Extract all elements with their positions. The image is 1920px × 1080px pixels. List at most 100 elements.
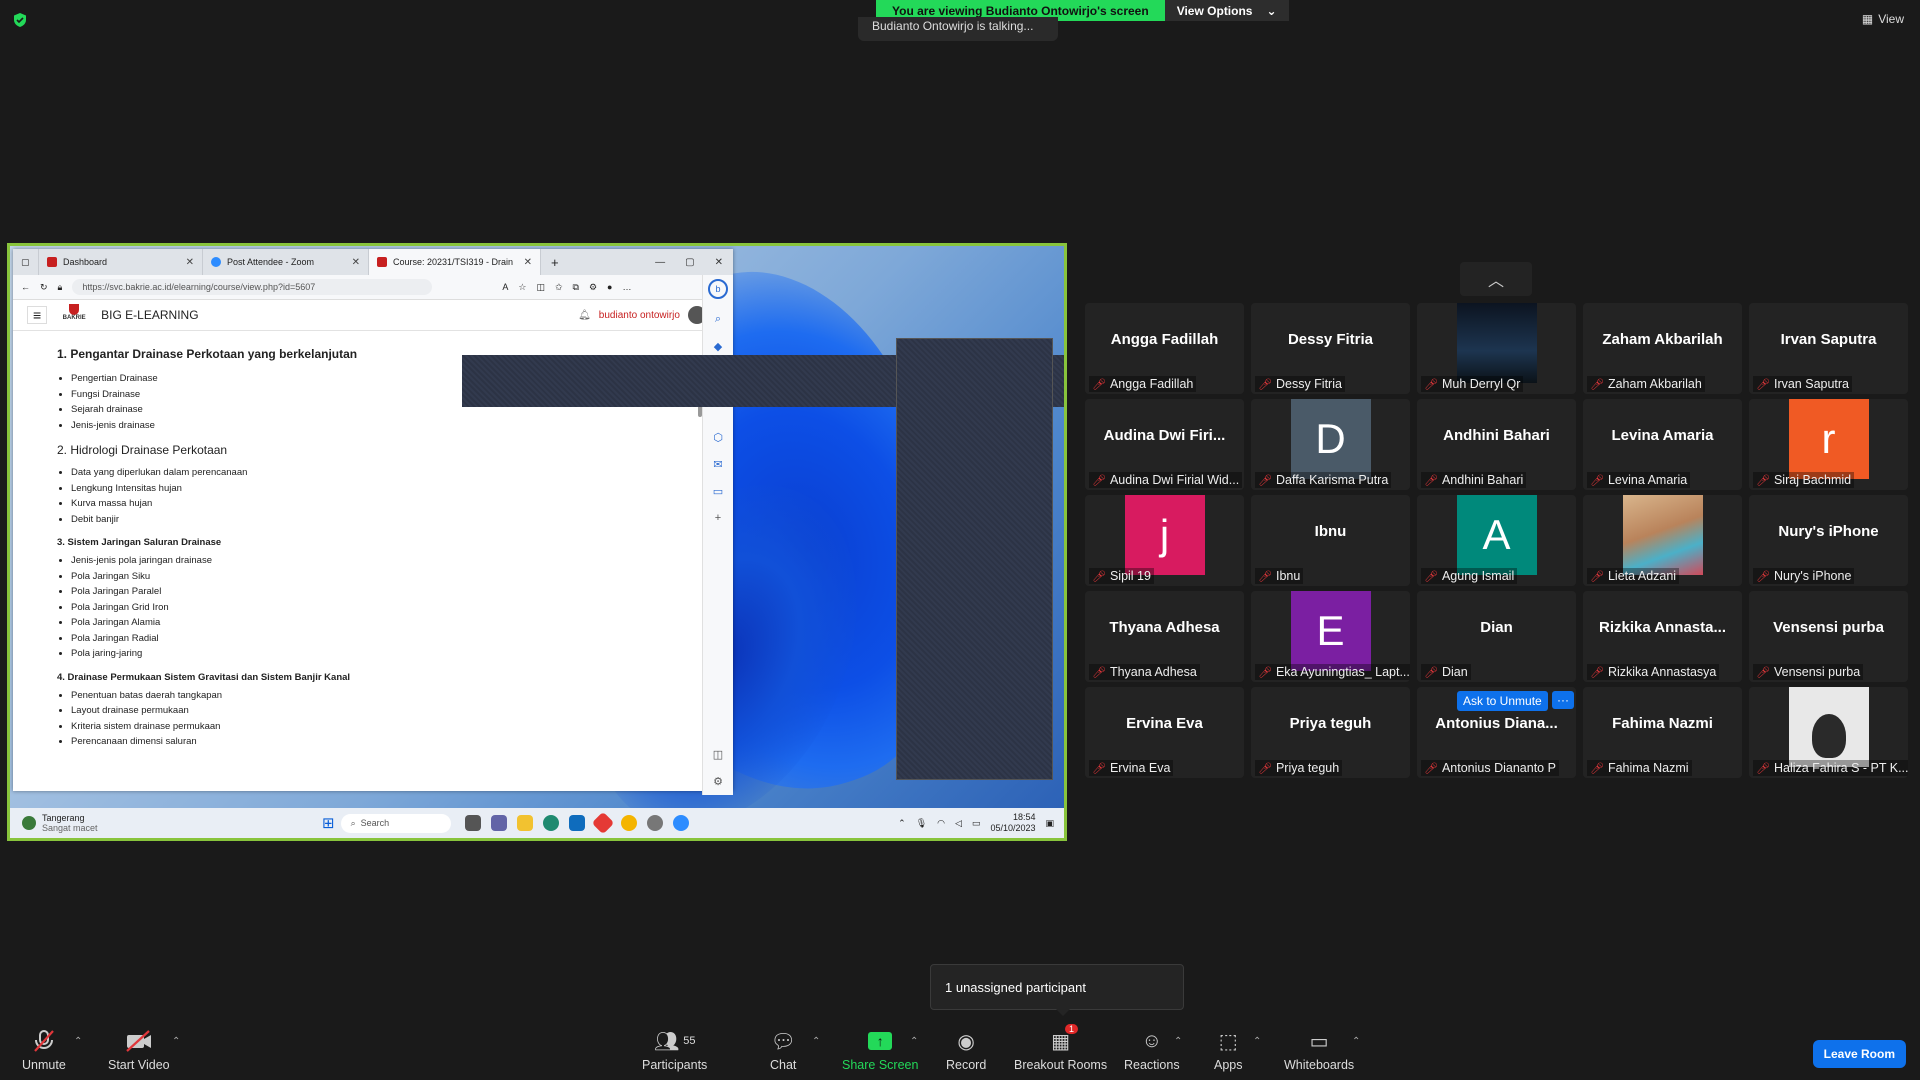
- participant-tile[interactable]: Dian 🎤︎ Dian: [1417, 591, 1576, 682]
- participant-tile[interactable]: Ervina Eva 🎤︎ Ervina Eva: [1085, 687, 1244, 778]
- favorite-star-icon[interactable]: ☆: [518, 282, 526, 293]
- share-options-caret-icon[interactable]: ⌃: [910, 1036, 918, 1047]
- unmute-button[interactable]: Unmute: [22, 1028, 66, 1072]
- whiteboards-caret-icon[interactable]: ⌃: [1352, 1036, 1360, 1047]
- share-screen-button[interactable]: ↑ Share Screen: [842, 1028, 918, 1072]
- tab-actions-icon[interactable]: ▢: [13, 249, 39, 275]
- task-view-icon[interactable]: [464, 815, 481, 831]
- profile-icon[interactable]: ●: [607, 282, 612, 292]
- security-shield-icon[interactable]: [12, 12, 28, 28]
- battery-icon[interactable]: ▭: [972, 818, 981, 829]
- participant-tile[interactable]: Fahima Nazmi 🎤︎ Fahima Nazmi: [1583, 687, 1742, 778]
- participant-tile[interactable]: Dessy Fitria 🎤︎ Dessy Fitria: [1251, 303, 1410, 394]
- bell-icon[interactable]: 🔔︎: [578, 310, 591, 321]
- read-aloud-icon[interactable]: A: [502, 282, 508, 292]
- bakrie-logo[interactable]: BAKRIE: [59, 304, 89, 326]
- zoom-icon[interactable]: [672, 815, 689, 831]
- teams-icon[interactable]: [490, 815, 507, 831]
- taskbar-search[interactable]: ⌕ Search: [340, 813, 451, 833]
- participant-tile[interactable]: Ibnu 🎤︎ Ibnu: [1251, 495, 1410, 586]
- file-explorer-icon[interactable]: [516, 815, 533, 831]
- new-tab-button[interactable]: +: [541, 255, 559, 270]
- chrome-icon[interactable]: [620, 815, 637, 831]
- apps-button[interactable]: ⬚ Apps: [1214, 1028, 1243, 1073]
- breakout-rooms-button[interactable]: ▦ 1 Breakout Rooms: [1014, 1024, 1107, 1072]
- section-title[interactable]: 2. Hidrologi Drainase Perkotaan: [57, 443, 659, 457]
- record-button[interactable]: ◉ Record: [946, 1028, 986, 1073]
- participant-tile[interactable]: r 🎤︎ Siraj Bachmid: [1749, 399, 1908, 490]
- view-options-button[interactable]: View Options ⌄: [1164, 0, 1289, 21]
- participant-tile[interactable]: Nury's iPhone 🎤︎ Nury's iPhone: [1749, 495, 1908, 586]
- chat-button[interactable]: 💬︎ Chat: [770, 1028, 796, 1073]
- back-icon[interactable]: ←: [21, 282, 30, 292]
- clock[interactable]: 18:54 05/10/2023: [990, 812, 1035, 834]
- section-title[interactable]: 4. Drainase Permukaan Sistem Gravitasi d…: [57, 672, 659, 683]
- tools-icon[interactable]: ⬡: [713, 431, 723, 444]
- audio-options-caret-icon[interactable]: ⌃: [74, 1036, 82, 1047]
- site-title[interactable]: BIG E-LEARNING: [101, 308, 198, 322]
- apps-caret-icon[interactable]: ⌃: [1253, 1036, 1261, 1047]
- start-video-button[interactable]: Start Video: [108, 1028, 170, 1072]
- store-icon[interactable]: [568, 815, 585, 831]
- drop-icon[interactable]: ▭: [713, 485, 723, 498]
- participant-tile[interactable]: Zaham Akbarilah 🎤︎ Zaham Akbarilah: [1583, 303, 1742, 394]
- close-icon[interactable]: ✕: [352, 257, 360, 268]
- close-icon[interactable]: ✕: [524, 257, 532, 268]
- participant-tile[interactable]: A 🎤︎ Agung Ismail: [1417, 495, 1576, 586]
- minimize-icon[interactable]: —: [655, 257, 665, 268]
- close-icon[interactable]: ✕: [186, 257, 194, 268]
- gallery-page-up-button[interactable]: ︿: [1460, 262, 1532, 296]
- chat-options-caret-icon[interactable]: ⌃: [812, 1036, 820, 1047]
- volume-icon[interactable]: ◁: [955, 818, 962, 829]
- participant-tile[interactable]: j 🎤︎ Sipil 19: [1085, 495, 1244, 586]
- participant-tile[interactable]: Irvan Saputra 🎤︎ Irvan Saputra: [1749, 303, 1908, 394]
- participant-tile[interactable]: Priya teguh 🎤︎ Priya teguh: [1251, 687, 1410, 778]
- favorites-icon[interactable]: ✩: [555, 282, 563, 293]
- mic-icon[interactable]: 🎙︎: [916, 818, 927, 829]
- tab-course[interactable]: Course: 20231/TSI319 - Drainase ✕: [369, 249, 541, 275]
- participants-button[interactable]: 👥︎ 55 Participants: [642, 1028, 707, 1073]
- user-menu[interactable]: 🔔︎budianto ontowirjo▾: [578, 306, 719, 324]
- reactions-caret-icon[interactable]: ⌃: [1174, 1036, 1182, 1047]
- participant-tile[interactable]: 🎤︎ Lieta Adzani: [1583, 495, 1742, 586]
- url-field[interactable]: https://svc.bakrie.ac.id/elearning/cours…: [72, 279, 433, 295]
- settings-icon[interactable]: [646, 815, 663, 831]
- close-window-icon[interactable]: ✕: [715, 257, 723, 268]
- weather-widget[interactable]: Tangerang Sangat macet: [10, 813, 322, 833]
- app-icon[interactable]: [591, 811, 614, 835]
- reactions-button[interactable]: ☺ Reactions: [1124, 1028, 1180, 1073]
- refresh-icon[interactable]: ↻: [40, 282, 48, 293]
- more-options-button[interactable]: ···: [1552, 691, 1574, 709]
- windows-start-icon[interactable]: ⊞: [322, 814, 335, 832]
- maximize-icon[interactable]: ▢: [685, 257, 694, 268]
- participant-tile[interactable]: Thyana Adhesa 🎤︎ Thyana Adhesa: [1085, 591, 1244, 682]
- wifi-icon[interactable]: ◠: [937, 818, 945, 829]
- search-icon[interactable]: ⌕: [715, 313, 721, 326]
- participant-tile[interactable]: E 🎤︎ Eka Ayuningtias_ Lapt...: [1251, 591, 1410, 682]
- video-options-caret-icon[interactable]: ⌃: [172, 1036, 180, 1047]
- split-screen-icon[interactable]: ◫: [536, 282, 545, 293]
- collections-icon[interactable]: ⧉: [573, 282, 579, 293]
- participant-tile[interactable]: Levina Amaria 🎤︎ Levina Amaria: [1583, 399, 1742, 490]
- view-button[interactable]: ▦ View: [1862, 12, 1904, 26]
- participant-tile[interactable]: 🎤︎ Haliza Fahira S - PT K...: [1749, 687, 1908, 778]
- whiteboards-button[interactable]: ▭ Whiteboards: [1284, 1028, 1354, 1073]
- participant-tile[interactable]: Angga Fadillah 🎤︎ Angga Fadillah: [1085, 303, 1244, 394]
- chevron-up-icon[interactable]: ⌃: [898, 818, 906, 829]
- participant-tile[interactable]: 🎤︎ Muh Derryl Qr: [1417, 303, 1576, 394]
- split-view-icon[interactable]: ◫: [713, 748, 723, 761]
- participant-tile[interactable]: Andhini Bahari 🎤︎ Andhini Bahari: [1417, 399, 1576, 490]
- tab-dashboard[interactable]: Dashboard ✕: [39, 249, 203, 275]
- participant-tile[interactable]: Audina Dwi Firi... 🎤︎ Audina Dwi Firial Wi…: [1085, 399, 1244, 490]
- section-title[interactable]: 3. Sistem Jaringan Saluran Drainase: [57, 537, 659, 548]
- menu-dots-icon[interactable]: …: [622, 282, 631, 292]
- edge-icon[interactable]: [542, 815, 559, 831]
- add-icon[interactable]: +: [715, 512, 721, 524]
- outlook-icon[interactable]: ✉: [713, 458, 722, 471]
- settings-icon[interactable]: ⚙: [713, 775, 723, 788]
- extensions-icon[interactable]: ⚙: [589, 282, 597, 293]
- hamburger-menu-icon[interactable]: ≡: [27, 306, 48, 324]
- participant-tile[interactable]: D 🎤︎ Daffa Karisma Putra: [1251, 399, 1410, 490]
- participant-tile[interactable]: Rizkika Annasta... 🎤︎ Rizkika Annastasya: [1583, 591, 1742, 682]
- leave-room-button[interactable]: Leave Room: [1812, 1040, 1906, 1068]
